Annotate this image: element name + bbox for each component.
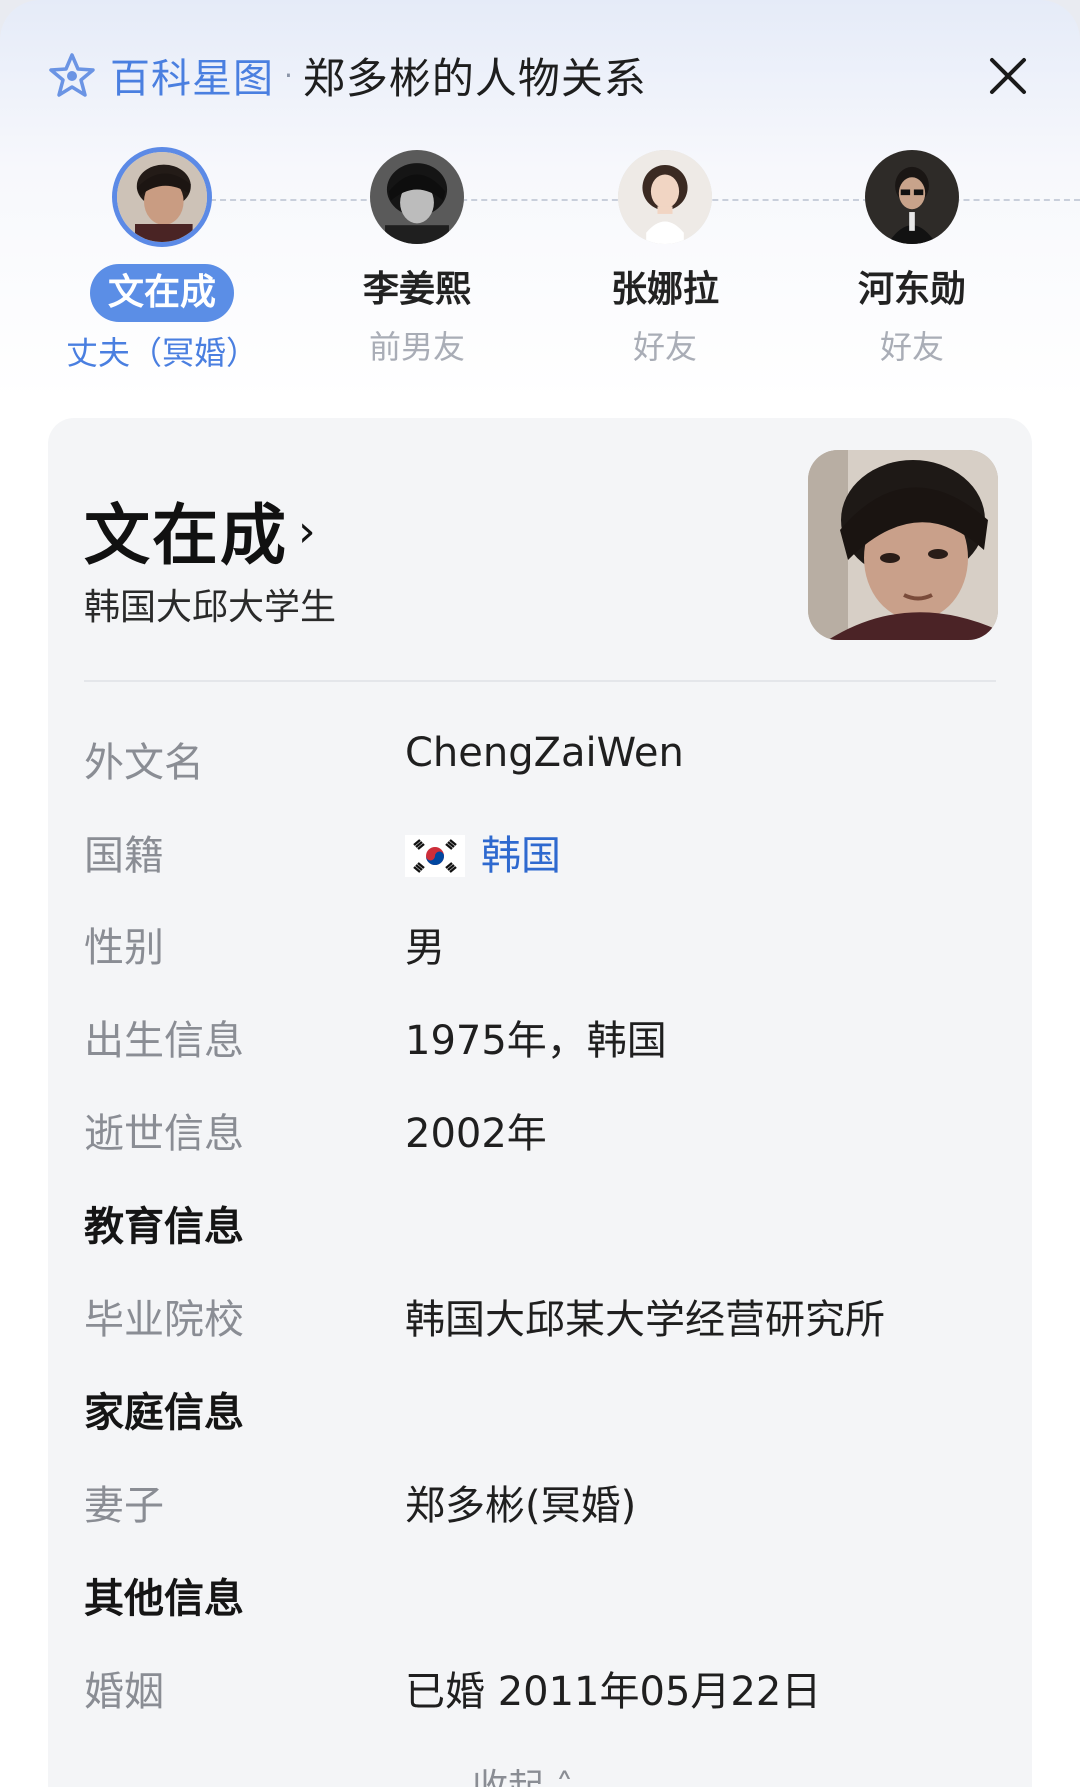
other-section-title: 其他信息 (84, 1576, 244, 1622)
nationality-link[interactable]: 韩国 (481, 833, 561, 879)
school-value: 韩国大邱某大学经营研究所 (405, 1297, 885, 1343)
close-icon (990, 58, 1026, 94)
relation-sheet: 百科星图 · 郑多彬的人物关系 文在成 丈夫（冥婚） 李姜熙 前男友 张娜拉 好… (0, 0, 1080, 1787)
avatar (865, 150, 959, 244)
star-logo-icon (49, 53, 95, 97)
marriage-label: 婚姻 (84, 1669, 164, 1715)
relation-name: 河东勋 (857, 269, 966, 310)
avatar (370, 150, 464, 244)
collapse-label: 收起 (472, 1767, 544, 1787)
relation-name: 李姜熙 (362, 269, 471, 310)
relation-type: 好友 (632, 328, 697, 366)
foreign-name-value: ChengZaiWen (405, 730, 684, 776)
spouse-label: 妻子 (84, 1483, 164, 1529)
gender-value: 男 (405, 925, 445, 971)
relation-item-li-jiangxi[interactable]: 李姜熙 前男友 (297, 150, 537, 368)
person-name-link[interactable]: 文在成 › (84, 482, 318, 578)
death-info-label: 逝世信息 (84, 1111, 244, 1157)
relation-item-zhang-nala[interactable]: 张娜拉 好友 (545, 150, 785, 368)
relation-type: 好友 (879, 328, 944, 366)
birth-info-value: 1975年，韩国 (405, 1018, 667, 1064)
chevron-right-icon: › (298, 506, 318, 557)
family-section-title: 家庭信息 (84, 1390, 244, 1436)
brand-name[interactable]: 百科星图 (110, 46, 274, 104)
page-title: 郑多彬的人物关系 (302, 53, 647, 103)
spouse-value: 郑多彬(冥婚) (405, 1483, 637, 1529)
school-label: 毕业院校 (84, 1297, 244, 1343)
relation-item-wen-zaicheng[interactable]: 文在成 丈夫（冥婚） (42, 147, 282, 374)
person-info-card: 文在成 › 韩国大邱大学生 外文名 ChengZaiWen 国籍 韩国 性别 男… (48, 418, 1032, 1787)
nationality-label: 国籍 (84, 833, 164, 879)
header: 百科星图 · 郑多彬的人物关系 (48, 44, 647, 106)
header-separator: · (284, 58, 293, 92)
avatar (618, 150, 712, 244)
gender-label: 性别 (84, 925, 164, 971)
person-description: 韩国大邱大学生 (84, 587, 337, 628)
person-photo[interactable] (808, 450, 998, 640)
person-name: 文在成 (84, 497, 288, 574)
south-korea-flag-icon (405, 835, 465, 877)
relation-type: 前男友 (368, 328, 465, 366)
close-button[interactable] (984, 52, 1032, 100)
education-section-title: 教育信息 (84, 1204, 244, 1250)
relation-name: 文在成 (89, 264, 234, 322)
relation-type: 丈夫（冥婚） (65, 334, 258, 372)
nationality-value-wrap: 韩国 (405, 823, 561, 881)
relation-name: 张娜拉 (610, 269, 719, 310)
death-info-value: 2002年 (405, 1111, 547, 1157)
birth-info-label: 出生信息 (84, 1018, 244, 1064)
avatar (112, 147, 212, 247)
foreign-name-label: 外文名 (84, 740, 204, 786)
collapse-button[interactable]: 收起 ˄ (472, 1758, 573, 1787)
divider (84, 680, 996, 682)
relation-item-he-dongxun[interactable]: 河东勋 好友 (792, 150, 1032, 368)
chevron-up-icon: ˄ (555, 1767, 573, 1787)
marriage-value: 已婚 2011年05月22日 (405, 1669, 822, 1715)
